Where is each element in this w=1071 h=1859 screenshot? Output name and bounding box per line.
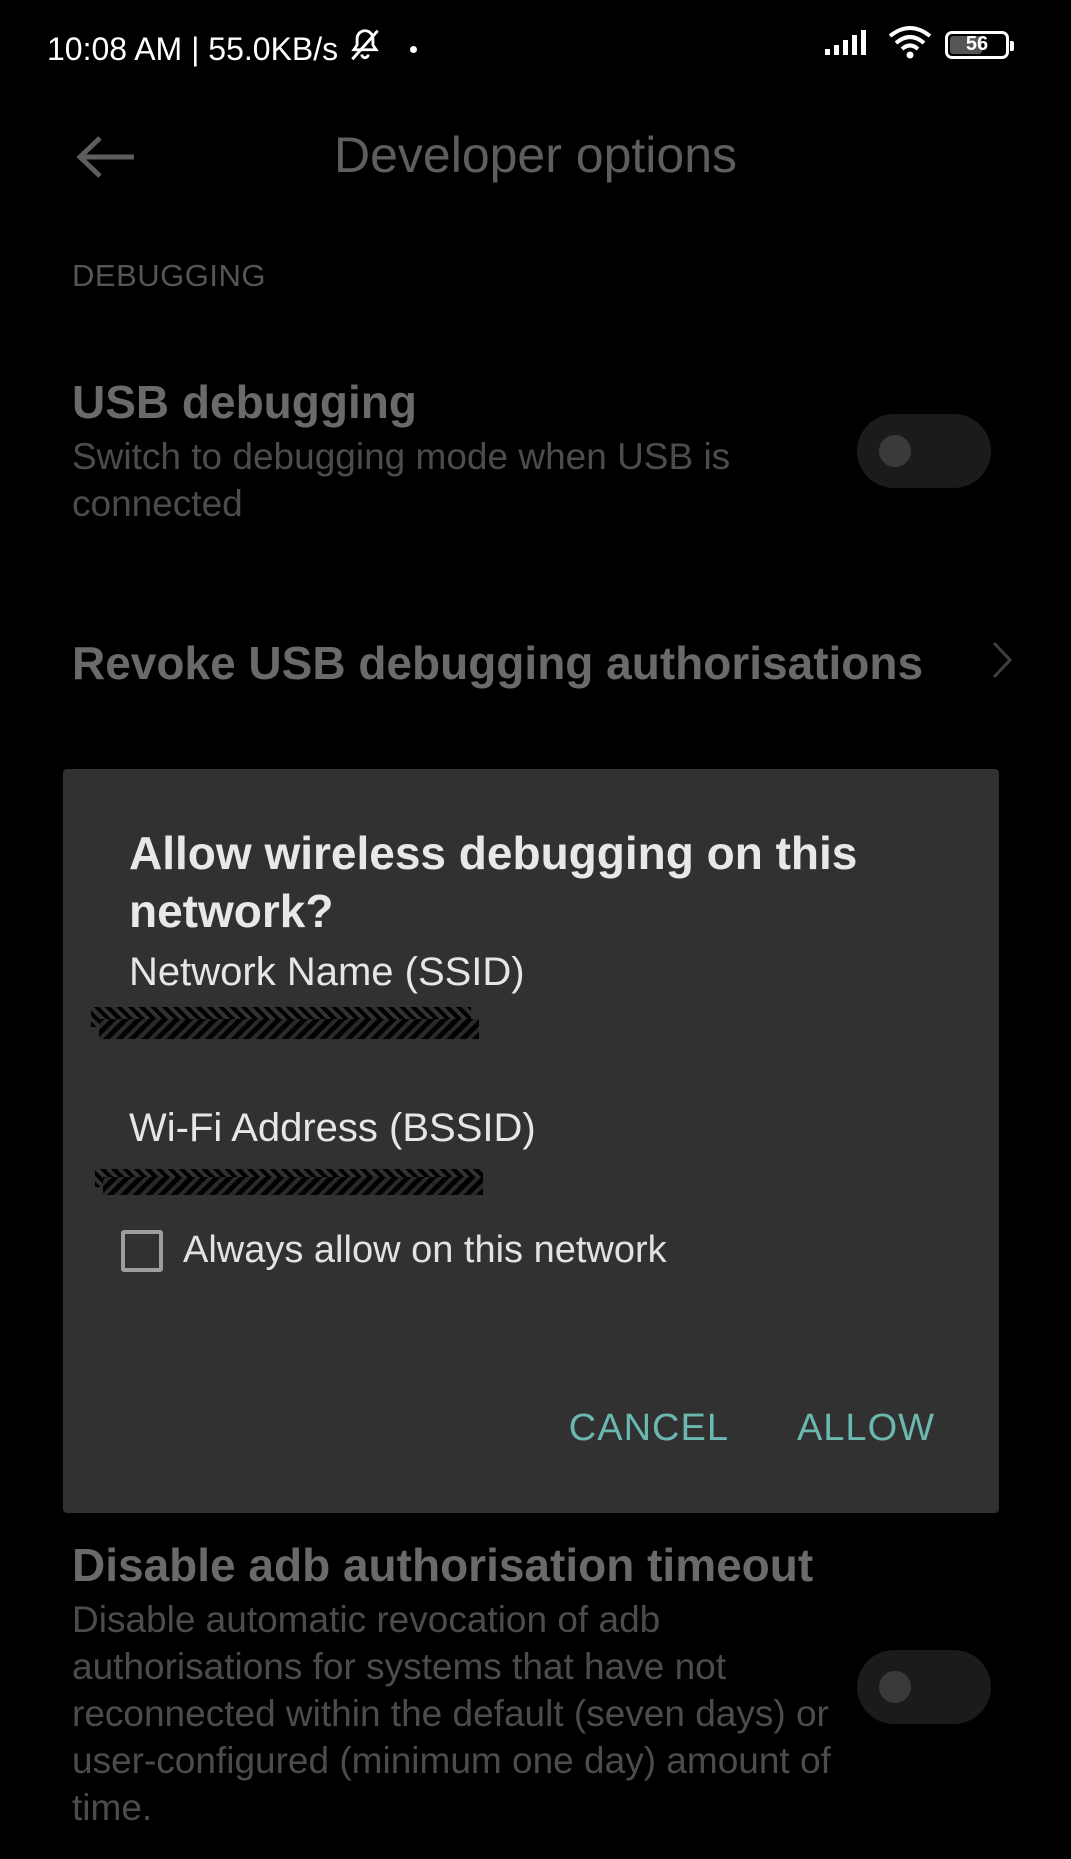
pref-summary: Switch to debugging mode when USB is con… [72, 436, 731, 524]
checkbox-label: Always allow on this network [183, 1229, 667, 1271]
pref-title: Disable adb authorisation timeout [72, 1539, 814, 1591]
battery-level: 56 [965, 33, 989, 55]
always-allow-row[interactable]: Always allow on this network [121, 1229, 667, 1272]
dialog-actions: CANCEL ALLOW [569, 1407, 935, 1450]
title-bar: Developer options [0, 110, 1071, 200]
pref-summary: Disable automatic revocation of adb auth… [72, 1599, 831, 1828]
page-title: Developer options [333, 127, 738, 183]
section-header: DEBUGGING [72, 258, 266, 293]
ssid-label: Network Name (SSID) [129, 950, 525, 994]
bell-off-icon [346, 26, 384, 72]
notification-dot-icon [410, 45, 418, 53]
status-left: 10:08 AM | 55.0KB/s [47, 26, 418, 72]
wireless-debugging-dialog: Allow wireless debugging on this network… [63, 769, 999, 1513]
status-right: 56 [823, 25, 1014, 64]
toggle-knob [879, 1671, 911, 1703]
status-time-speed: 10:08 AM | 55.0KB/s [47, 30, 339, 67]
pref-title: Revoke USB debugging authorisations [72, 637, 924, 689]
revoke-usb-pref[interactable]: Revoke USB debugging authorisations [72, 636, 1012, 690]
adb-timeout-toggle[interactable] [857, 1650, 991, 1724]
adb-timeout-pref[interactable]: Disable adb authorisation timeout Disabl… [72, 1538, 832, 1831]
usb-debugging-toggle[interactable] [857, 414, 991, 488]
pref-title: USB debugging [72, 376, 417, 428]
chevron-right-icon [991, 640, 1013, 680]
usb-debugging-pref[interactable]: USB debugging Switch to debugging mode w… [72, 375, 812, 527]
signal-icon [823, 27, 875, 62]
bssid-label: Wi-Fi Address (BSSID) [129, 1106, 536, 1150]
allow-button[interactable]: ALLOW [797, 1407, 935, 1450]
cancel-button[interactable]: CANCEL [569, 1407, 729, 1450]
wifi-icon [887, 25, 933, 64]
status-bar: 10:08 AM | 55.0KB/s 56 [0, 0, 1071, 92]
battery-icon: 56 [945, 30, 1014, 59]
dialog-title: Allow wireless debugging on this network… [129, 827, 858, 937]
screen: 10:08 AM | 55.0KB/s 56 Developer options… [0, 0, 1071, 1859]
always-allow-checkbox[interactable] [121, 1229, 163, 1272]
toggle-knob [879, 435, 911, 467]
